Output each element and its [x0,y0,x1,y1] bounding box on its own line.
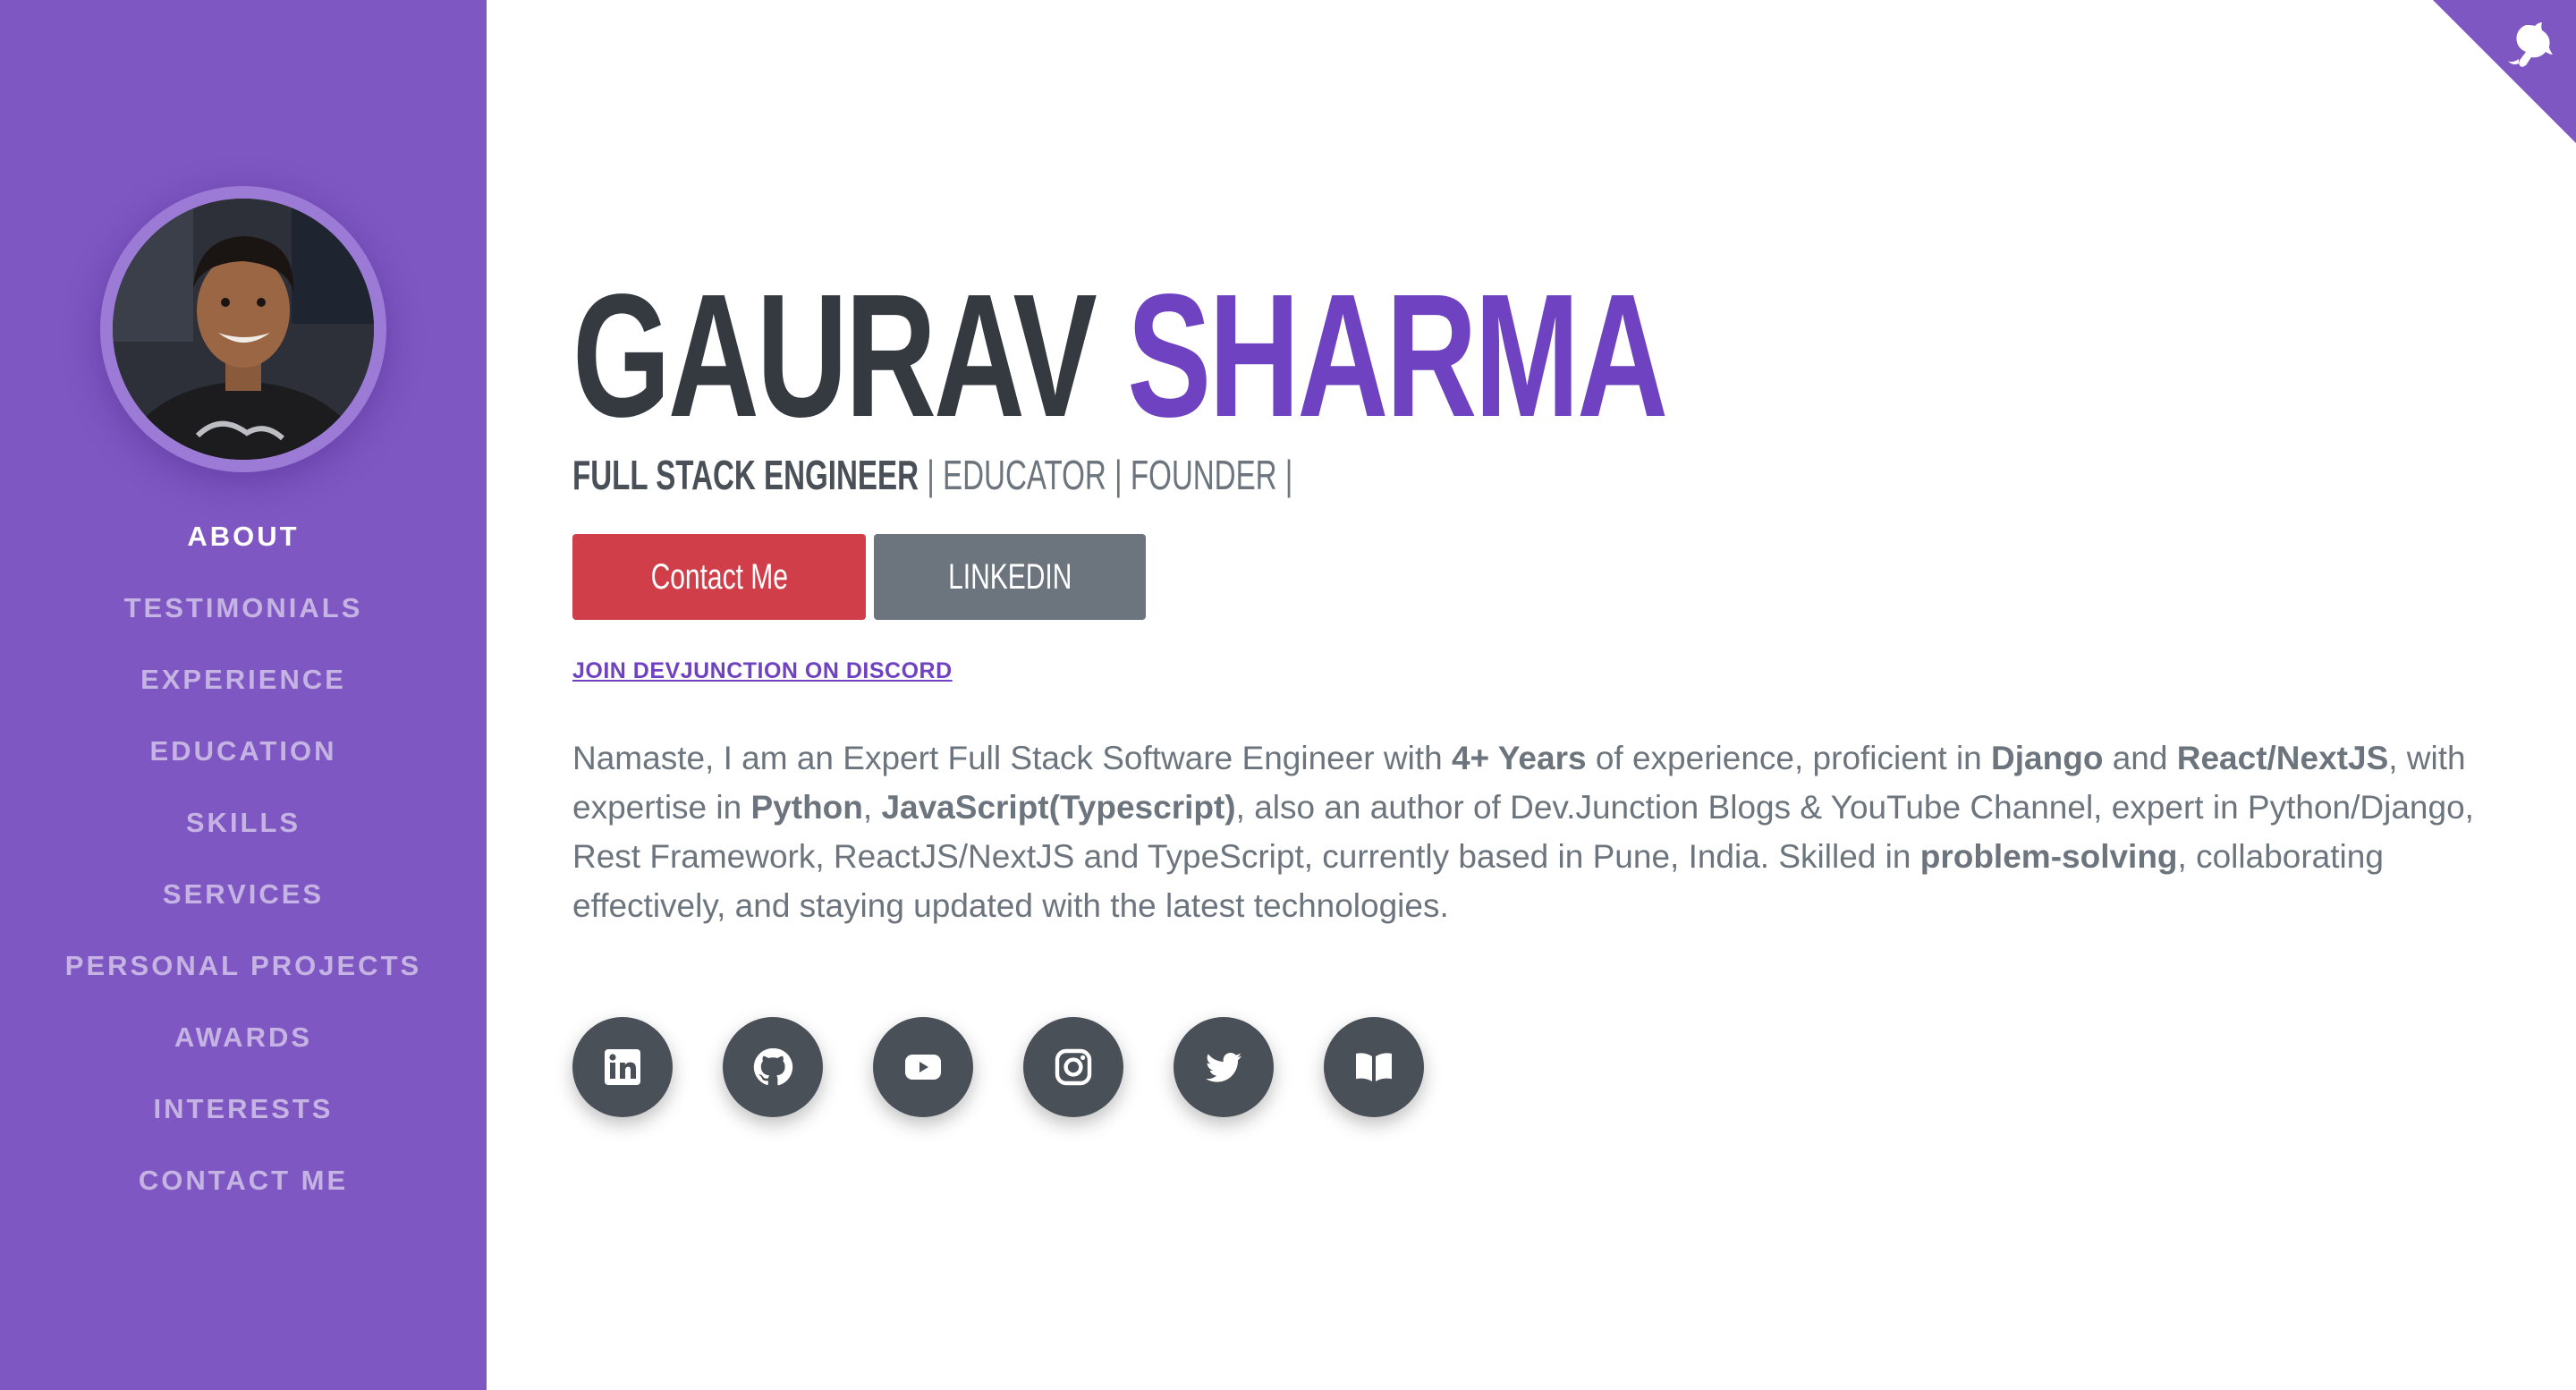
discord-link[interactable]: JOIN DEVJUNCTION ON DISCORD [572,658,953,684]
nav-item-awards[interactable]: Awards [0,1002,487,1073]
linkedin-label: LINKEDIN [947,556,1072,597]
instagram-icon [1055,1048,1092,1086]
page-title: GAURAV SHARMA [572,268,1668,444]
twitter-social-link[interactable] [1174,1017,1274,1117]
nav-item-services[interactable]: Services [0,859,487,930]
bio-highlight: React/NextJS [2176,740,2389,776]
main-content: GAURAV SHARMA FULL STACK ENGINEER | EDUC… [487,0,2576,1390]
subtitle-rest: | EDUCATOR | FOUNDER | [919,452,1293,498]
avatar-ring [100,186,386,472]
last-name: SHARMA [1127,258,1668,453]
linkedin-button[interactable]: LINKEDIN [874,534,1146,620]
nav-item-interests[interactable]: Interests [0,1073,487,1145]
sidebar-nav: About Testimonials Experience Education … [0,501,487,1216]
bio-highlight: 4+ Years [1451,740,1587,776]
subtitle: FULL STACK ENGINEER | EDUCATOR | FOUNDER… [572,451,1292,499]
linkedin-icon [605,1049,640,1085]
nav-item-contact-me[interactable]: Contact Me [0,1145,487,1216]
blog-social-link[interactable] [1324,1017,1424,1117]
sidebar: About Testimonials Experience Education … [0,0,487,1390]
avatar [113,199,374,460]
bio-text: and [2103,740,2177,776]
bio-text: Namaste, I am an Expert Full Stack Softw… [572,740,1452,776]
linkedin-social-link[interactable] [572,1017,673,1117]
bio-paragraph: Namaste, I am an Expert Full Stack Softw… [572,733,2522,930]
nav-item-about[interactable]: About [0,501,487,572]
github-octocat-corner-icon [2433,0,2576,143]
nav-item-experience[interactable]: Experience [0,644,487,716]
bio-highlight: problem-solving [1919,838,2178,875]
social-links [572,1017,1424,1117]
subtitle-role: FULL STACK ENGINEER [572,452,919,498]
contact-me-button[interactable]: Contact Me [572,534,866,620]
github-icon [753,1047,793,1086]
first-name: GAURAV [572,258,1097,453]
nav-item-personal-projects[interactable]: Personal Projects [0,930,487,1002]
avatar-photo [113,199,374,460]
bio-highlight: Python [750,789,863,826]
bio-text: of experience, proficient in [1586,740,1992,776]
contact-me-label: Contact Me [650,556,788,597]
bio-highlight: JavaScript(Typescript) [881,789,1236,826]
github-corner-link[interactable] [2433,0,2576,143]
github-social-link[interactable] [723,1017,823,1117]
instagram-social-link[interactable] [1023,1017,1123,1117]
youtube-icon [905,1055,941,1080]
nav-item-education[interactable]: Education [0,716,487,787]
twitter-icon [1206,1052,1241,1082]
bio-text: , [862,789,882,826]
nav-item-testimonials[interactable]: Testimonials [0,572,487,644]
bio-highlight: Django [1991,740,2104,776]
youtube-social-link[interactable] [873,1017,973,1117]
nav-item-skills[interactable]: Skills [0,787,487,859]
book-icon [1356,1053,1392,1081]
